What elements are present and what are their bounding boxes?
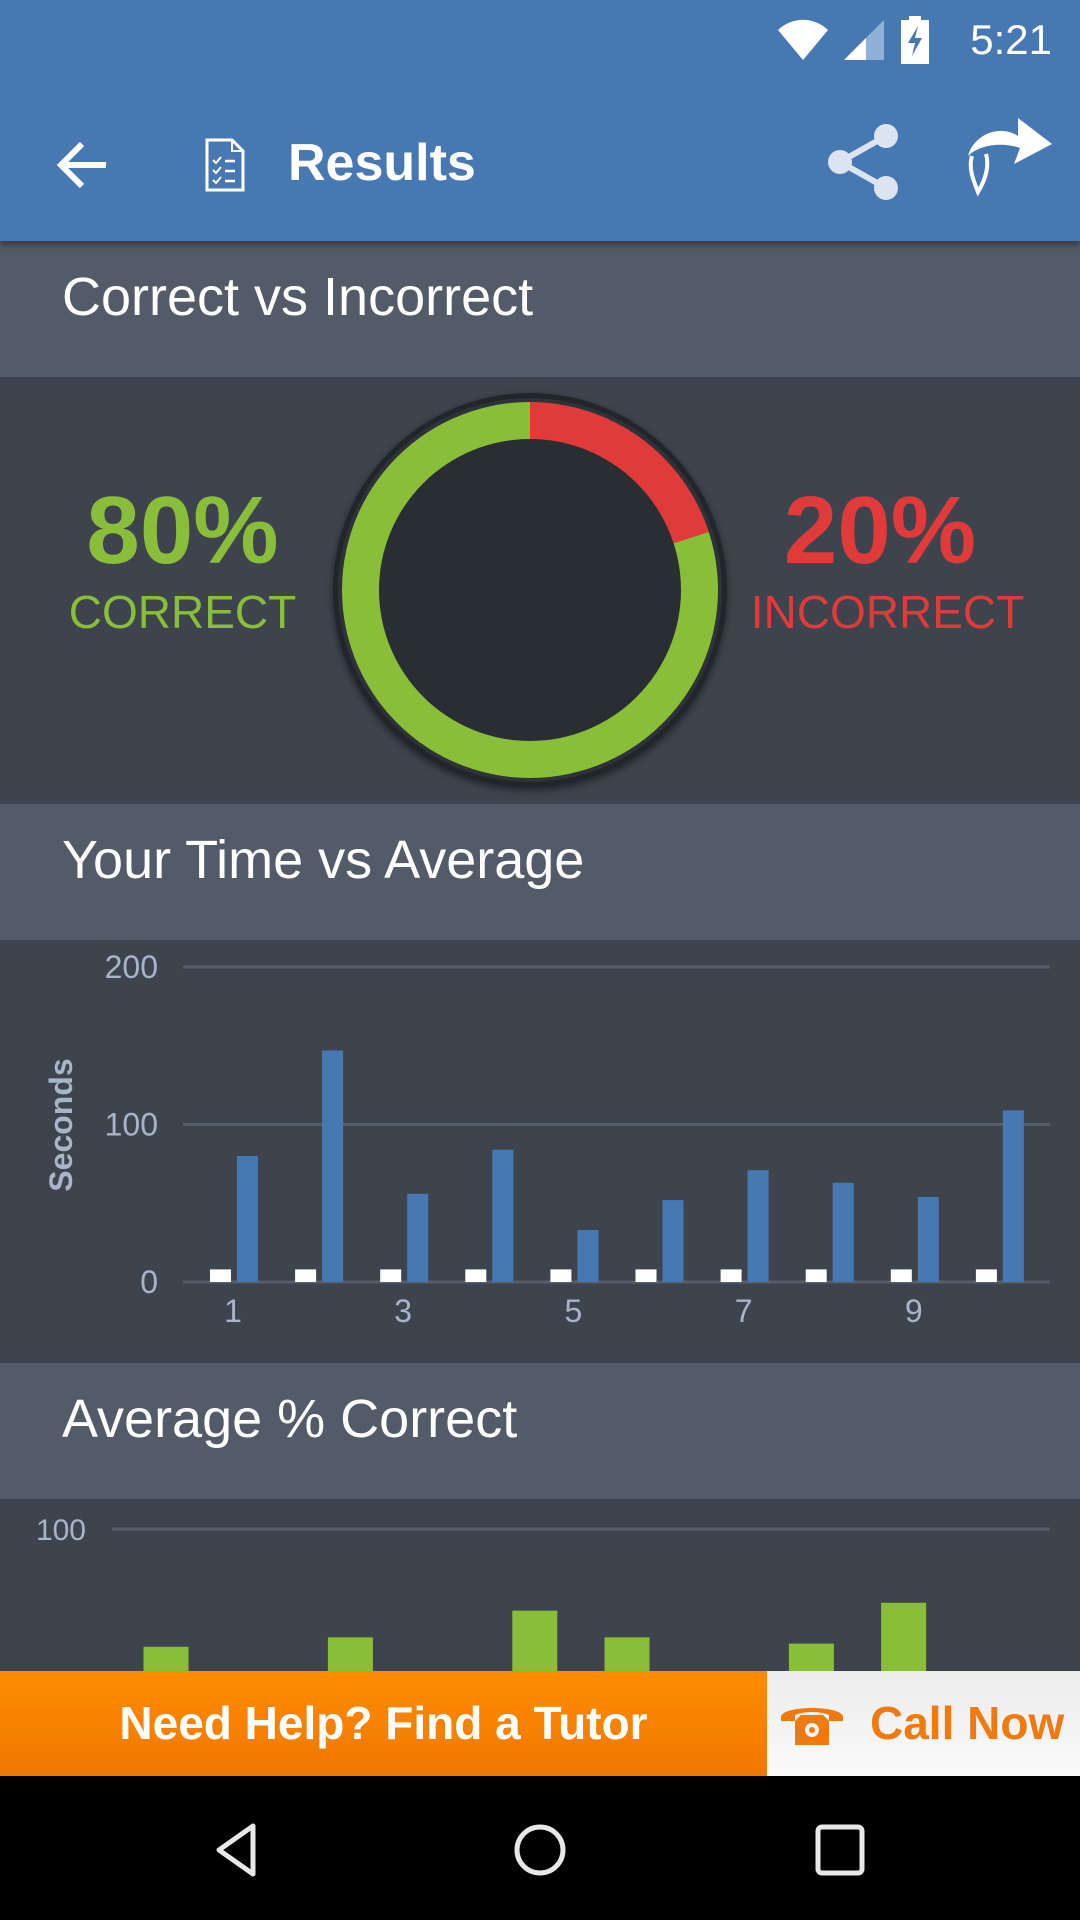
find-tutor-button[interactable]: Need Help? Find a Tutor — [0, 1671, 767, 1776]
tutor-banner: Need Help? Find a Tutor Call Now — [0, 1671, 1080, 1776]
forward-button[interactable] — [960, 116, 1056, 206]
nav-back-button[interactable] — [209, 1820, 269, 1880]
donut-hole — [379, 439, 681, 741]
back-triangle-icon — [216, 1823, 256, 1877]
status-icons — [778, 16, 930, 64]
bar-average-correct — [143, 1646, 189, 1671]
time-vs-average-panel: 0 100 200 1 3 5 7 9 Seconds — [0, 940, 1080, 1363]
bar-your-time — [1002, 1110, 1024, 1282]
status-bar: 5:21 — [0, 0, 1080, 86]
back-button[interactable] — [48, 130, 118, 200]
system-nav-bar — [0, 1776, 1080, 1920]
incorrect-label: INCORRECT — [750, 586, 1025, 638]
bar-your-time — [322, 1050, 344, 1282]
section-title: Correct vs Incorrect — [62, 267, 534, 327]
section-header-time-vs-average: Your Time vs Average — [0, 804, 1080, 940]
x-tick-label: 7 — [735, 1293, 753, 1329]
bar-your-time — [237, 1156, 258, 1282]
call-now-button[interactable]: Call Now — [767, 1671, 1080, 1776]
average-correct-chart: 100 — [36, 1514, 1050, 1671]
bar-your-time — [577, 1230, 599, 1282]
home-circle-icon — [514, 1824, 566, 1876]
bar-average-correct — [788, 1643, 834, 1671]
nav-home-button[interactable] — [510, 1820, 570, 1880]
find-tutor-label: Need Help? Find a Tutor — [119, 1697, 648, 1749]
y-tick-label: 100 — [105, 1107, 158, 1143]
app-bar: Results — [0, 86, 1080, 241]
bar-average — [720, 1269, 742, 1282]
page-title: Results — [288, 134, 476, 192]
incorrect-percent: 20% — [783, 477, 977, 584]
x-tick-label: 3 — [394, 1293, 412, 1329]
share-button[interactable] — [826, 122, 906, 202]
average-correct-panel: 100 — [0, 1499, 1080, 1671]
bar-average — [295, 1269, 317, 1282]
bar-your-time — [832, 1182, 854, 1282]
bar-average — [210, 1269, 231, 1282]
bar-average-correct — [604, 1637, 650, 1671]
bar-your-time — [407, 1193, 429, 1282]
checklist-document-icon — [205, 138, 245, 192]
time-vs-average-chart: 0 100 200 1 3 5 7 9 Seconds — [43, 949, 1050, 1329]
share-icon — [828, 124, 898, 200]
bar-your-time — [917, 1196, 939, 1282]
bar-average — [465, 1269, 487, 1282]
status-time: 5:21 — [970, 16, 1052, 63]
correct-vs-incorrect-panel: 80% CORRECT 20% INCORRECT — [0, 377, 1080, 804]
cell-signal-icon — [844, 20, 884, 60]
bar-average — [550, 1269, 572, 1282]
donut-chart — [333, 393, 727, 787]
y-tick-label: 0 — [140, 1264, 158, 1300]
recents-square-icon — [815, 1824, 865, 1876]
section-title: Your Time vs Average — [62, 830, 585, 890]
bar-average-correct — [327, 1637, 373, 1671]
section-header-average-correct: Average % Correct — [0, 1363, 1080, 1499]
y-tick-label: 100 — [36, 1514, 86, 1547]
y-axis-label: Seconds — [43, 1058, 79, 1191]
bar-your-time — [492, 1149, 514, 1282]
bar-average-correct — [881, 1602, 927, 1671]
section-header-correct-vs-incorrect: Correct vs Incorrect — [0, 241, 1080, 377]
arrow-left-icon — [56, 141, 106, 189]
bar-your-time — [747, 1170, 769, 1282]
correct-percent: 80% — [86, 477, 279, 584]
bar-average — [890, 1269, 912, 1282]
x-tick-label: 9 — [905, 1293, 923, 1329]
forward-icon — [968, 118, 1052, 197]
bar-your-time — [662, 1200, 684, 1282]
bar-average-correct — [512, 1610, 558, 1671]
x-tick-label: 1 — [224, 1293, 242, 1329]
bar-average — [380, 1269, 402, 1282]
y-tick-label: 200 — [105, 949, 158, 985]
x-tick-label: 5 — [565, 1293, 583, 1329]
section-title: Average % Correct — [62, 1389, 518, 1449]
bar-average — [635, 1269, 657, 1282]
phone-icon — [781, 1708, 843, 1745]
nav-recents-button[interactable] — [810, 1820, 870, 1880]
correct-label: CORRECT — [68, 586, 297, 638]
bar-average — [975, 1269, 997, 1282]
battery-charging-icon — [901, 16, 929, 64]
wifi-icon — [778, 19, 828, 60]
call-now-label: Call Now — [870, 1697, 1065, 1749]
bar-average — [805, 1269, 827, 1282]
